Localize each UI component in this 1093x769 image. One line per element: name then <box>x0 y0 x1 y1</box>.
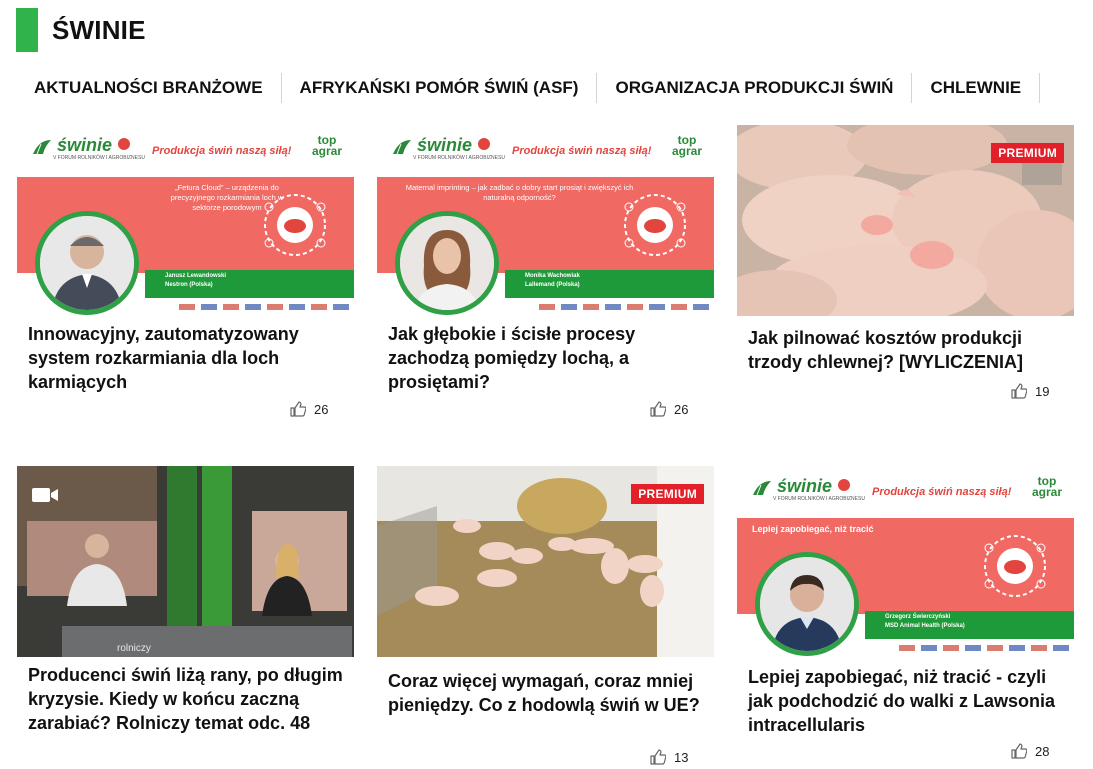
thumbs-up-icon <box>650 401 666 417</box>
forum-banner: świnie V FORUM ROLNIKÓW I AGROBIZNESU Pr… <box>377 125 714 316</box>
article-card[interactable]: świnie V FORUM ROLNIKÓW I AGROBIZNESU Pr… <box>737 466 1074 737</box>
article-thumbnail[interactable]: rolniczy <box>17 466 354 657</box>
sponsor-logos <box>179 304 349 310</box>
section-accent-bar <box>16 8 38 52</box>
thumbs-up-icon <box>1011 743 1027 759</box>
premium-badge: PREMIUM <box>631 484 704 504</box>
likes-counter[interactable]: 28 <box>1011 743 1049 759</box>
pig-gear-icon <box>264 194 326 256</box>
article-thumbnail[interactable]: świnie V FORUM ROLNIKÓW I AGROBIZNESU Pr… <box>377 125 714 316</box>
article-thumbnail[interactable]: PREMIUM <box>377 466 714 657</box>
article-card[interactable]: świnie V FORUM ROLNIKÓW I AGROBIZNESU Pr… <box>377 125 714 394</box>
likes-counter[interactable]: 26 <box>290 401 328 417</box>
likes-counter[interactable]: 13 <box>650 749 688 765</box>
thumbs-up-icon <box>1011 383 1027 399</box>
category-nav: AKTUALNOŚCI BRANŻOWE AFRYKAŃSKI POMÓR ŚW… <box>16 73 1041 103</box>
likes-count: 28 <box>1035 743 1050 759</box>
section-header: ŚWINIE <box>16 8 146 52</box>
forum-banner: świnie V FORUM ROLNIKÓW I AGROBIZNESU Pr… <box>17 125 354 316</box>
premium-badge: PREMIUM <box>991 143 1064 163</box>
sponsor-logos <box>539 304 709 310</box>
section-title: ŚWINIE <box>52 14 146 45</box>
studio-label: rolniczy <box>117 643 151 654</box>
topagrar-logo: top agrar <box>1031 474 1062 499</box>
speaker-company: Nestron (Polska) <box>165 282 213 288</box>
speaker-company: MSD Animal Health (Polska) <box>885 623 965 629</box>
topagrar-logo: top agrar <box>311 133 342 158</box>
tv-studio-photo: rolniczy <box>17 466 354 657</box>
speaker-name: Grzegorz Świerczyński <box>885 614 951 620</box>
video-camera-icon <box>32 488 58 502</box>
article-title[interactable]: Jak głębokie i ścisłe procesy zachodzą p… <box>377 322 714 394</box>
likes-count: 26 <box>674 401 689 417</box>
nav-item-chlewnie[interactable]: CHLEWNIE <box>912 73 1041 103</box>
nav-item-asf[interactable]: AFRYKAŃSKI POMÓR ŚWIŃ (ASF) <box>282 73 598 103</box>
nav-item-organizacja[interactable]: ORGANIZACJA PRODUKCJI ŚWIŃ <box>597 73 913 103</box>
likes-count: 13 <box>674 749 689 765</box>
likes-count: 26 <box>314 401 329 417</box>
pig-gear-icon <box>984 535 1046 597</box>
article-card[interactable]: świnie V FORUM ROLNIKÓW I AGROBIZNESU Pr… <box>17 125 354 394</box>
nav-item-aktualnosci[interactable]: AKTUALNOŚCI BRANŻOWE <box>16 73 282 103</box>
article-title[interactable]: Lepiej zapobiegać, niż tracić - czyli ja… <box>737 665 1074 737</box>
speaker-name: Monika Wachowiak <box>525 273 580 279</box>
forum-banner: świnie V FORUM ROLNIKÓW I AGROBIZNESU Pr… <box>737 466 1074 657</box>
swinie-forum-logo: świnie <box>391 135 491 156</box>
article-thumbnail[interactable]: PREMIUM <box>737 125 1074 316</box>
swinie-forum-logo: świnie <box>31 135 131 156</box>
article-title[interactable]: Jak pilnować kosztów produkcji trzody ch… <box>737 326 1074 374</box>
thumbs-up-icon <box>290 401 306 417</box>
article-card[interactable]: PREMIUM Coraz więcej wymagań, coraz mnie… <box>377 466 714 717</box>
speaker-photo <box>755 552 859 656</box>
speaker-photo <box>395 211 499 315</box>
article-card[interactable]: rolniczy Producenci świń liżą rany, po d… <box>17 466 354 735</box>
article-title[interactable]: Producenci świń liżą rany, po długim kry… <box>17 663 354 735</box>
thumbs-up-icon <box>650 749 666 765</box>
swinie-forum-logo: świnie <box>751 476 851 497</box>
speaker-name: Janusz Lewandowski <box>165 273 227 279</box>
article-thumbnail[interactable]: świnie V FORUM ROLNIKÓW I AGROBIZNESU Pr… <box>737 466 1074 657</box>
sponsor-logos <box>899 645 1069 651</box>
likes-counter[interactable]: 19 <box>1011 383 1049 399</box>
article-thumbnail[interactable]: świnie V FORUM ROLNIKÓW I AGROBIZNESU Pr… <box>17 125 354 316</box>
likes-count: 19 <box>1035 383 1050 399</box>
article-title[interactable]: Innowacyjny, zautomatyzowany system rozk… <box>17 322 354 394</box>
speaker-company: Lallemand (Polska) <box>525 282 580 288</box>
topagrar-logo: top agrar <box>671 133 702 158</box>
article-card[interactable]: PREMIUM Jak pilnować kosztów produkcji t… <box>737 125 1074 374</box>
pig-gear-icon <box>624 194 686 256</box>
speaker-photo <box>35 211 139 315</box>
article-title[interactable]: Coraz więcej wymagań, coraz mniej pienię… <box>377 669 714 717</box>
likes-counter[interactable]: 26 <box>650 401 688 417</box>
